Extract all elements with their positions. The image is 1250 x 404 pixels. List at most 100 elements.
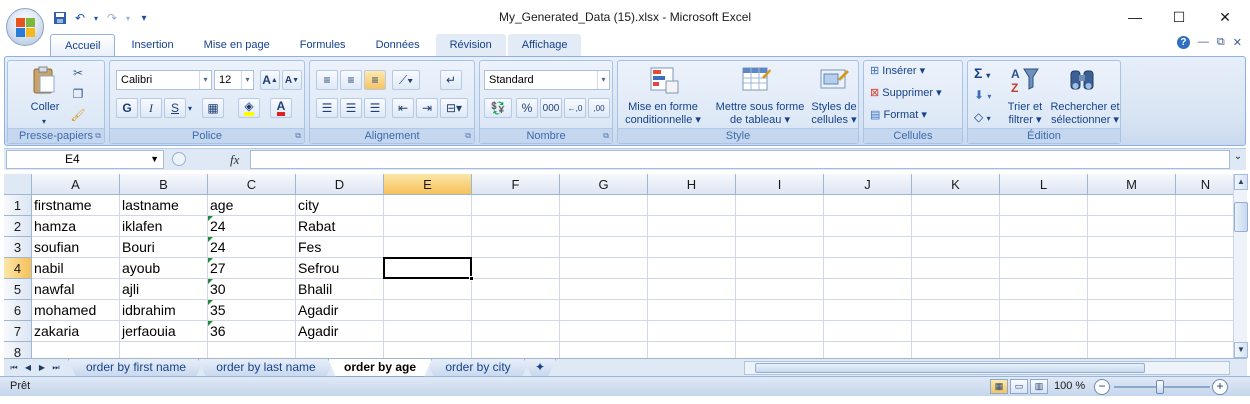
new-sheet-icon[interactable]: ✦ [524, 359, 556, 377]
cell-g6[interactable] [560, 300, 648, 321]
column-header-b[interactable]: B [120, 174, 208, 195]
tab-donnees[interactable]: Données [362, 34, 434, 56]
cell-l6[interactable] [1000, 300, 1088, 321]
align-left-icon[interactable]: ☰ [316, 98, 338, 118]
cell-g4[interactable] [560, 258, 648, 279]
cell-m5[interactable] [1088, 279, 1176, 300]
fill-color-button[interactable]: ◈ [238, 98, 260, 118]
cell-c8[interactable] [208, 342, 296, 358]
cell-h1[interactable] [648, 195, 736, 216]
cell-b3[interactable]: Bouri [120, 237, 208, 258]
cell-n1[interactable] [1176, 195, 1233, 216]
cell-c2[interactable]: 24 [208, 216, 296, 237]
cell-d5[interactable]: Bhalil [296, 279, 384, 300]
tab-revision[interactable]: Révision [435, 34, 506, 56]
cell-g8[interactable] [560, 342, 648, 358]
cell-h5[interactable] [648, 279, 736, 300]
cell-g1[interactable] [560, 195, 648, 216]
column-header-h[interactable]: H [648, 174, 736, 195]
cell-f5[interactable] [472, 279, 560, 300]
cell-m1[interactable] [1088, 195, 1176, 216]
underline-button[interactable]: S [164, 98, 186, 118]
clipboard-launcher-icon[interactable]: ⧉ [95, 131, 101, 141]
currency-icon[interactable]: 💱 [484, 98, 512, 118]
vertical-scroll-thumb[interactable] [1234, 202, 1248, 232]
horizontal-scroll-thumb[interactable] [755, 363, 1145, 373]
cell-n7[interactable] [1176, 321, 1233, 342]
format-as-table-button[interactable]: Mettre sous forme de tableau ▾ [710, 101, 810, 127]
cell-k1[interactable] [912, 195, 1000, 216]
expand-formula-bar-icon[interactable]: ⌄ [1232, 151, 1244, 168]
cell-i3[interactable] [736, 237, 824, 258]
alignment-launcher-icon[interactable]: ⧉ [465, 131, 471, 141]
cell-k7[interactable] [912, 321, 1000, 342]
help-icon[interactable]: ? [1176, 36, 1190, 49]
zoom-slider-thumb[interactable] [1156, 380, 1164, 394]
cell-a8[interactable] [32, 342, 120, 358]
cell-n5[interactable] [1176, 279, 1233, 300]
row-header-3[interactable]: 3 [4, 237, 32, 258]
shrink-font-button[interactable]: A ▼ [282, 70, 302, 90]
cell-e3[interactable] [384, 237, 472, 258]
cell-b5[interactable]: ajli [120, 279, 208, 300]
conditional-formatting-button[interactable]: Mise en forme conditionnelle ▾ [622, 101, 704, 127]
sort-filter-button[interactable]: Trier et filtrer ▾ [1000, 101, 1050, 127]
tab-formules[interactable]: Formules [286, 34, 360, 56]
format-painter-icon[interactable]: 🖌 [70, 109, 86, 122]
sheet-tab-order-by-city[interactable]: order by city [426, 359, 530, 377]
cell-m7[interactable] [1088, 321, 1176, 342]
cell-h3[interactable] [648, 237, 736, 258]
cell-e7[interactable] [384, 321, 472, 342]
cell-i6[interactable] [736, 300, 824, 321]
cell-j8[interactable] [824, 342, 912, 358]
number-as-text-indicator-icon[interactable] [208, 321, 213, 326]
column-header-j[interactable]: J [824, 174, 912, 195]
cell-j5[interactable] [824, 279, 912, 300]
increase-decimal-button[interactable]: ←,0 [564, 98, 586, 118]
paste-dropdown-icon[interactable]: ▾ [34, 115, 54, 128]
cell-i4[interactable] [736, 258, 824, 279]
cell-n6[interactable] [1176, 300, 1233, 321]
cell-l5[interactable] [1000, 279, 1088, 300]
cell-e1[interactable] [384, 195, 472, 216]
cell-e5[interactable] [384, 279, 472, 300]
cell-b8[interactable] [120, 342, 208, 358]
italic-button[interactable]: I [140, 98, 162, 118]
cell-b2[interactable]: iklafen [120, 216, 208, 237]
cell-a7[interactable]: zakaria [32, 321, 120, 342]
cell-d7[interactable]: Agadir [296, 321, 384, 342]
normal-view-icon[interactable]: ▦ [990, 379, 1008, 394]
row-header-8[interactable]: 8 [4, 342, 32, 358]
cell-k4[interactable] [912, 258, 1000, 279]
cell-styles-button[interactable]: Styles de cellules ▾ [808, 101, 860, 127]
align-top-icon[interactable]: ≡ [316, 70, 338, 90]
cell-c6[interactable]: 35 [208, 300, 296, 321]
cell-a2[interactable]: hamza [32, 216, 120, 237]
cell-j4[interactable] [824, 258, 912, 279]
cell-e6[interactable] [384, 300, 472, 321]
cell-d1[interactable]: city [296, 195, 384, 216]
fill-icon[interactable]: ⬇ ▾ [974, 89, 991, 103]
workbook-restore-button[interactable]: ⧉ [1217, 36, 1225, 49]
tab-insertion[interactable]: Insertion [117, 34, 187, 56]
fill-handle[interactable] [469, 276, 474, 281]
cell-h4[interactable] [648, 258, 736, 279]
cell-h6[interactable] [648, 300, 736, 321]
format-button[interactable]: ▤ Format ▾ [870, 109, 962, 122]
cell-f4[interactable] [472, 258, 560, 279]
cell-l1[interactable] [1000, 195, 1088, 216]
insert-button[interactable]: ⊞ Insérer ▾ [870, 65, 962, 78]
merge-center-icon[interactable]: ⊟▾ [440, 98, 468, 118]
number-launcher-icon[interactable]: ⧉ [603, 131, 609, 141]
tab-mise-en-page[interactable]: Mise en page [190, 34, 284, 56]
tab-affichage[interactable]: Affichage [507, 34, 582, 56]
cell-n2[interactable] [1176, 216, 1233, 237]
column-header-k[interactable]: K [912, 174, 1000, 195]
cell-f3[interactable] [472, 237, 560, 258]
zoom-in-button[interactable]: + [1212, 379, 1228, 395]
cell-a6[interactable]: mohamed [32, 300, 120, 321]
cell-j3[interactable] [824, 237, 912, 258]
row-header-4[interactable]: 4 [4, 258, 32, 279]
cut-icon[interactable]: ✂ [70, 67, 86, 80]
cell-a4[interactable]: nabil [32, 258, 120, 279]
